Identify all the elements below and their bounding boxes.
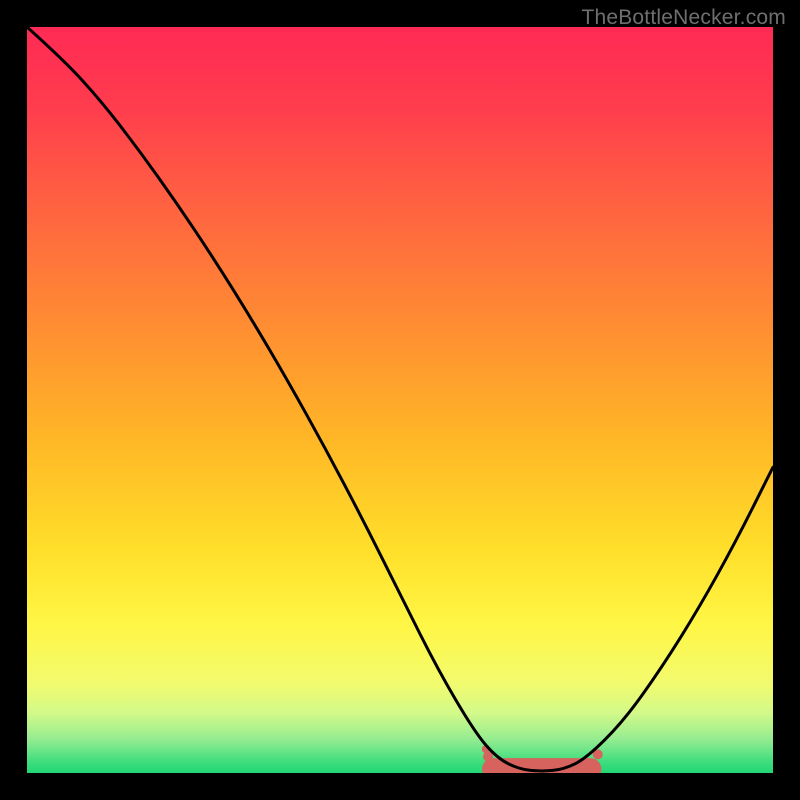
highlight-dot: [488, 758, 498, 768]
gradient-background: [27, 27, 773, 773]
plot-area: [27, 27, 773, 773]
chart-svg: [27, 27, 773, 773]
